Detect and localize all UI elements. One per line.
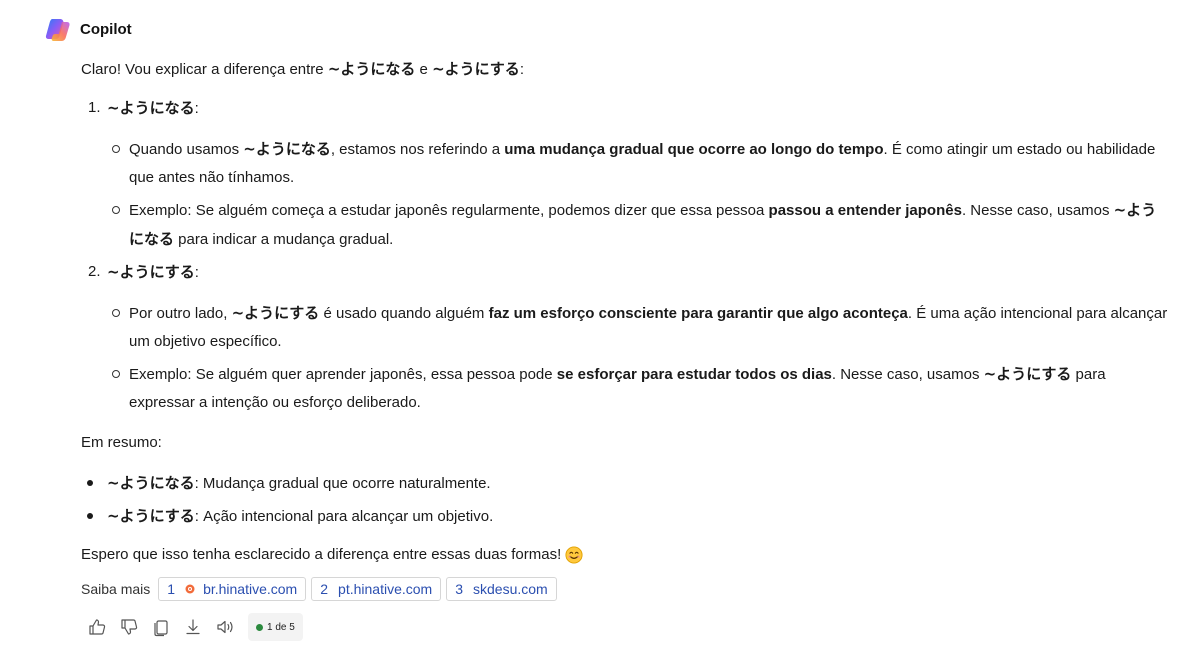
summary-title: Em resumo: — [81, 434, 162, 451]
list-number: 2. — [88, 263, 101, 280]
text-run: Quando usamos — [129, 141, 244, 158]
text-run: . Nesse caso, usamos — [831, 366, 984, 383]
summary-text: : Mudança gradual que ocorre naturalment… — [194, 475, 491, 492]
source-domain: br.hinative.com — [203, 581, 298, 597]
text-run: é usado quando alguém — [319, 305, 489, 322]
text-run: para indicar a mudança gradual. — [174, 231, 394, 248]
ordered-list: 1. ~ようになる: Quando usamos ~ようになる, estamos… — [81, 94, 1171, 417]
sub-list: Por outro lado, ~ようにする é usado quando al… — [107, 299, 1171, 417]
intro-suffix: : — [519, 61, 524, 78]
bold-text: se esforçar para estudar todos os dias — [556, 366, 832, 383]
sub-list-item: Exemplo: Se alguém quer aprender japonês… — [107, 360, 1171, 417]
text-run: . Nesse caso, usamos — [961, 202, 1114, 219]
list-item-colon: : — [194, 100, 199, 117]
sources-bar: Saiba mais 1 br.hinative.com 2 pt.hinati… — [81, 577, 562, 601]
sub-list-item: Exemplo: Se alguém começa a estudar japo… — [107, 196, 1171, 254]
closing-text: Espero que isso tenha esclarecido a dife… — [81, 546, 562, 563]
source-link-3[interactable]: 3 skdesu.com — [446, 577, 557, 601]
smiling-face-icon — [565, 546, 583, 564]
intro-mid: e — [415, 61, 433, 78]
message-actions: 1 de 5 — [86, 613, 303, 641]
text-run: Exemplo: Se alguém começa a estudar japo… — [129, 202, 769, 219]
summary-item: ~ようになる: Mudança gradual que ocorre natur… — [81, 469, 1171, 498]
source-link-1[interactable]: 1 br.hinative.com — [158, 577, 307, 601]
thumbs-down-icon — [121, 619, 138, 635]
summary-list: ~ようになる: Mudança gradual que ocorre natur… — [81, 469, 1171, 531]
message-body: Claro! Vou explicar a diferença entre ~よ… — [81, 55, 1171, 569]
bullet-dot-icon — [87, 480, 93, 486]
closing-paragraph: Espero que isso tenha esclarecido a dife… — [81, 541, 1171, 569]
intro-prefix: Claro! Vou explicar a diferença entre — [81, 61, 328, 78]
bullet-circle-icon — [112, 206, 120, 214]
source-link-2[interactable]: 2 pt.hinative.com — [311, 577, 442, 601]
source-domain: pt.hinative.com — [338, 581, 433, 597]
sub-list-item: Quando usamos ~ようになる, estamos nos referi… — [107, 135, 1171, 192]
intro-term-1: ~ようになる — [327, 60, 416, 78]
like-button[interactable] — [86, 616, 108, 638]
source-domain: skdesu.com — [473, 581, 548, 597]
response-counter: 1 de 5 — [248, 613, 303, 641]
bullet-dot-icon — [87, 513, 93, 519]
source-number: 2 — [320, 581, 329, 597]
intro-paragraph: Claro! Vou explicar a diferença entre ~よ… — [81, 55, 1171, 84]
summary-text: : Ação intencional para alcançar um obje… — [194, 508, 494, 525]
list-item-colon: : — [194, 264, 199, 281]
list-item-term: ~ようになる — [107, 99, 195, 117]
thumbs-up-icon — [89, 619, 106, 635]
text-run: Por outro lado, — [129, 305, 232, 322]
status-dot-icon — [256, 623, 263, 631]
source-number: 3 — [455, 581, 463, 597]
jp-term: ~ようにする — [983, 365, 1072, 383]
bullet-circle-icon — [112, 370, 120, 378]
bullet-circle-icon — [112, 145, 120, 153]
jp-term: ~ようになる — [243, 140, 331, 158]
assistant-name: Copilot — [80, 20, 132, 38]
bullet-circle-icon — [112, 309, 120, 317]
source-number: 1 — [167, 581, 176, 597]
list-item: 1. ~ようになる: Quando usamos ~ようになる, estamos… — [81, 94, 1171, 254]
list-item: 2. ~ようにする: Por outro lado, ~ようにする é usad… — [81, 258, 1171, 417]
summary-item: ~ようにする: Ação intencional para alcançar u… — [81, 502, 1171, 531]
bold-text: faz um esforço consciente para garantir … — [488, 305, 908, 322]
bold-text: uma mudança gradual que ocorre ao longo … — [504, 141, 884, 158]
jp-term: ~ようにする — [231, 304, 320, 322]
copy-button[interactable] — [150, 616, 172, 638]
dislike-button[interactable] — [118, 616, 140, 638]
sub-list-item: Por outro lado, ~ようにする é usado quando al… — [107, 299, 1171, 356]
copilot-logo-icon — [45, 19, 70, 41]
summary-term: ~ようになる — [107, 474, 195, 492]
read-aloud-button[interactable] — [214, 616, 236, 638]
summary-term: ~ようにする — [107, 507, 195, 525]
sources-label: Saiba mais — [81, 581, 151, 597]
message-header: Copilot — [44, 16, 132, 42]
download-icon — [186, 619, 200, 635]
text-run: Exemplo: Se alguém quer aprender japonês… — [129, 366, 557, 383]
text-run: , estamos nos referindo a — [330, 141, 505, 158]
read-aloud-icon — [217, 620, 233, 634]
copy-icon — [154, 620, 168, 637]
intro-term-2: ~ようにする — [432, 60, 520, 78]
bold-text: passou a entender japonês — [768, 202, 962, 219]
list-item-term: ~ようにする — [107, 263, 195, 281]
counter-text: 1 de 5 — [267, 621, 295, 633]
export-button[interactable] — [182, 616, 204, 638]
sub-list: Quando usamos ~ようになる, estamos nos referi… — [107, 135, 1171, 254]
list-number: 1. — [88, 99, 101, 116]
hinative-favicon-icon — [185, 584, 195, 594]
